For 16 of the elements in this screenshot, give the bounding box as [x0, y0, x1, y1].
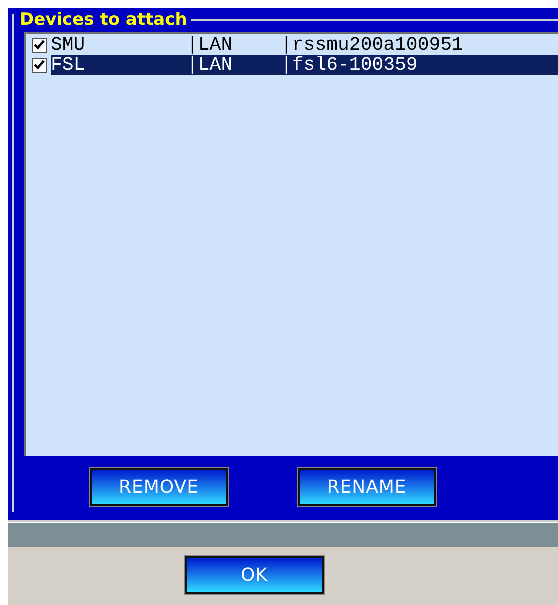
- checkbox[interactable]: [32, 38, 47, 52]
- action-button[interactable]: RENAME: [298, 468, 436, 506]
- ok-button[interactable]: OK: [185, 556, 324, 594]
- device-address: |fsl6-100359: [281, 54, 419, 76]
- device-name: SMU: [51, 34, 86, 56]
- check-icon: [34, 60, 45, 70]
- device-name: FSL: [51, 54, 86, 76]
- check-icon: [34, 40, 45, 50]
- checkbox[interactable]: [32, 58, 47, 72]
- action-button[interactable]: REMOVE: [90, 468, 228, 506]
- device-row[interactable]: FSL |LAN |fsl6-100359: [51, 55, 558, 75]
- device-address: |rssmu200a100951: [281, 34, 464, 56]
- device-row[interactable]: SMU |LAN |rssmu200a100951: [51, 35, 558, 55]
- device-connection: |LAN: [187, 54, 234, 76]
- device-connection: |LAN: [187, 34, 234, 56]
- group-title: Devices to attach: [19, 10, 188, 30]
